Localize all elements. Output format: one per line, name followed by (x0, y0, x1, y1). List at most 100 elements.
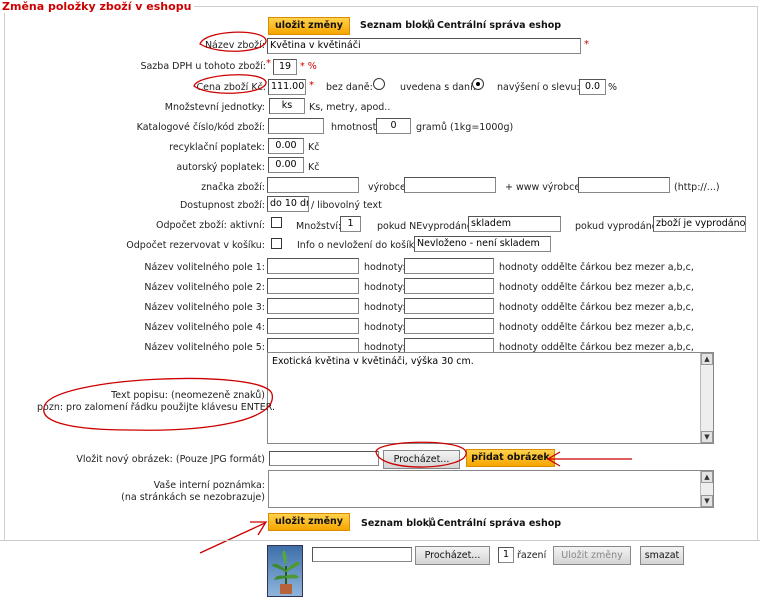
optional-field-input[interactable] (267, 258, 359, 274)
add-image-button[interactable]: přidat obrázek (466, 449, 555, 467)
discount-label: navýšení o slevu: (497, 82, 580, 93)
blocks-link-bottom[interactable]: Seznam bloků (361, 518, 436, 529)
avail-hint: / libovolný text (311, 200, 382, 211)
divider (0, 540, 760, 541)
discount-input[interactable]: 0.0 (579, 79, 606, 95)
nav-separator-bottom: | (428, 517, 432, 528)
avail-label: Dostupnost zboží: (179, 200, 265, 211)
optional-values-input[interactable] (404, 278, 494, 294)
sold-out-label: pokud vyprodáno: (575, 221, 661, 232)
optional-field-label: Název volitelného pole 2: (144, 282, 265, 293)
not-sold-out-input[interactable]: skladem (468, 216, 561, 232)
note-label-1: Vaše interní poznámka: (153, 480, 265, 491)
values-hint: hodnoty oddělte čárkou bez mezer a,b,c, (499, 262, 694, 273)
central-link-top[interactable]: Centrální správa eshop (437, 20, 561, 31)
with-vat-radio[interactable] (472, 78, 484, 90)
description-scrollbar[interactable]: ▲ ▼ (700, 353, 713, 443)
maker-input[interactable] (404, 177, 496, 193)
sold-out-input[interactable]: zboží je vyprodáno: (653, 216, 746, 232)
weight-unit: gramů (1kg=1000g) (416, 122, 514, 133)
www-input[interactable] (578, 177, 670, 193)
qty-unit-hint: Ks, metry, apod.. (309, 102, 391, 113)
optional-values-input[interactable] (404, 318, 494, 334)
author-unit: Kč (308, 162, 320, 173)
plant-icon (272, 550, 300, 594)
save-image-button[interactable]: Uložit změny (553, 546, 631, 565)
optional-field-input[interactable] (267, 278, 359, 294)
image-label: Vložit nový obrázek: (Pouze JPG formát) (76, 454, 265, 465)
desc-label-1: Text popisu: (neomezeně znaků) (111, 390, 265, 401)
recycle-label: recyklační poplatek: (169, 142, 265, 153)
desc-label-2: pozn: pro zalomení řádku použijte kláves… (36, 402, 275, 413)
browse-button[interactable]: Procházet... (383, 450, 460, 469)
author-input[interactable]: 0.00 (268, 157, 304, 173)
values-label: hodnoty: (364, 322, 406, 333)
optional-values-input[interactable] (404, 258, 494, 274)
weight-label: hmotnost: (331, 122, 380, 133)
optional-field-label: Název volitelného pole 3: (144, 302, 265, 313)
optional-field-label: Název volitelného pole 1: (144, 262, 265, 273)
vat-label: Sazba DPH u tohoto zboží: (140, 61, 266, 72)
name-input[interactable]: Květina v květináči (267, 38, 581, 54)
catalog-label: Katalogové číslo/kód zboží: (136, 122, 265, 133)
save-button-bottom[interactable]: uložit změny (268, 513, 350, 531)
product-thumbnail[interactable] (267, 545, 303, 597)
values-label: hodnoty: (364, 302, 406, 313)
stock-active-label: Odpočet zboží: aktivní: (155, 220, 265, 231)
note-label-2: (na stránkách se nezobrazuje) (121, 492, 265, 503)
reserve-checkbox[interactable] (271, 238, 282, 249)
vat-unit: * % (300, 61, 317, 72)
required-mark: * (309, 80, 314, 91)
optional-field-input[interactable] (267, 298, 359, 314)
values-hint: hodnoty oddělte čárkou bez mezer a,b,c, (499, 322, 694, 333)
with-vat-label: uvedena s daní: (400, 82, 476, 93)
price-label: Cena zboží Kč: (196, 82, 266, 93)
order-label: řazení (517, 550, 547, 561)
optional-field-input[interactable] (267, 318, 359, 334)
vat-input[interactable]: 19 (273, 59, 297, 75)
recycle-input[interactable]: 0.00 (268, 138, 304, 154)
www-label: + www výrobce (505, 182, 581, 193)
optional-field-label: Název volitelného pole 4: (144, 322, 265, 333)
optional-field-label: Název volitelného pole 5: (144, 342, 265, 353)
image-path-input[interactable] (269, 451, 379, 466)
brand-label: značka zboží: (201, 182, 265, 193)
note-textarea[interactable]: ▲ ▼ (268, 470, 714, 508)
not-added-input[interactable]: Nevloženo - není skladem (414, 236, 551, 252)
name-label: Název zboží: (204, 40, 265, 51)
discount-unit: % (608, 82, 618, 93)
recycle-unit: Kč (308, 142, 320, 153)
not-sold-out-label: pokud NEvyprodáno: (377, 221, 476, 232)
values-hint: hodnoty oddělte čárkou bez mezer a,b,c, (499, 282, 694, 293)
stock-active-checkbox[interactable] (271, 217, 282, 228)
optional-values-input[interactable] (404, 298, 494, 314)
stock-qty-label: Množství: (296, 221, 342, 232)
values-label: hodnoty: (364, 262, 406, 273)
weight-input[interactable]: 0 (376, 118, 411, 134)
values-label: hodnoty: (364, 282, 406, 293)
order-input[interactable]: 1 (498, 547, 514, 563)
brand-input[interactable] (267, 177, 359, 193)
central-link-bottom[interactable]: Centrální správa eshop (437, 518, 561, 529)
save-button-top[interactable]: uložit změny (268, 17, 350, 35)
blocks-link-top[interactable]: Seznam bloků (360, 20, 435, 31)
price-input[interactable]: 111.00 (268, 79, 306, 95)
qty-unit-input[interactable]: ks (269, 98, 305, 114)
avail-input[interactable]: do 10 dn (267, 196, 309, 212)
required-mark: * (584, 39, 589, 50)
browse-button-row[interactable]: Procházet... (415, 546, 490, 565)
description-text: Exotická květina v květináči, výška 30 c… (272, 356, 474, 367)
delete-image-button[interactable]: smazat (640, 546, 684, 565)
image-replace-input[interactable] (312, 547, 412, 562)
without-vat-radio[interactable] (373, 78, 385, 90)
qty-unit-label: Množstevní jednotky: (164, 102, 265, 113)
page-title: Změna položky zboží v eshopu (2, 0, 195, 13)
not-added-label: Info o nevložení do košíku: (297, 240, 424, 251)
stock-qty-input[interactable]: 1 (340, 216, 361, 232)
note-scrollbar[interactable]: ▲ ▼ (700, 471, 713, 507)
description-textarea[interactable]: Exotická květina v květináči, výška 30 c… (267, 352, 714, 444)
catalog-input[interactable] (268, 118, 324, 134)
required-mark: * (266, 58, 271, 69)
nav-separator: | (427, 19, 431, 30)
reserve-label: Odpočet rezervovat v košíku: (126, 240, 265, 251)
